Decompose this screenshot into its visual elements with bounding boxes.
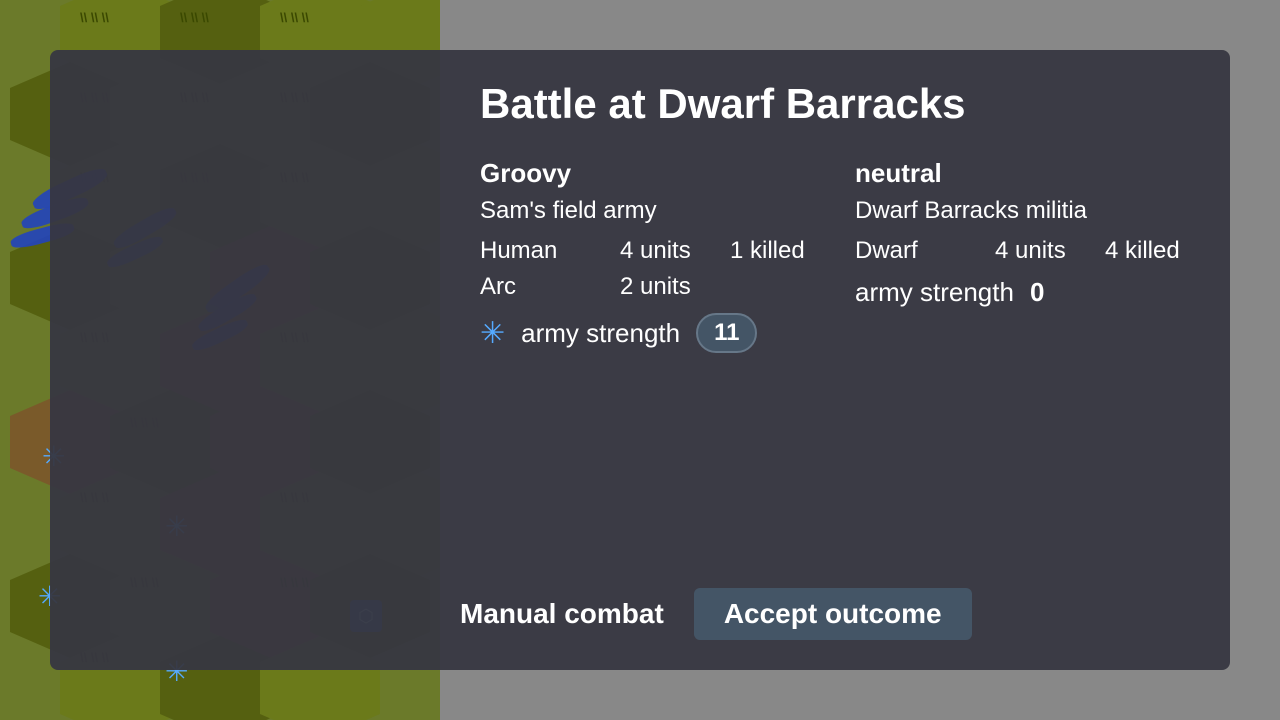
left-strength-row: ✳ army strength 11 <box>480 313 815 353</box>
battle-columns: Groovy Sam's field army Human 4 units 1 … <box>480 158 1190 353</box>
right-strength-value: 0 <box>1030 277 1044 308</box>
left-unit-row-1: Arc 2 units <box>480 273 815 301</box>
left-unit-type-0: Human <box>480 237 600 265</box>
right-strength-label: army strength <box>855 277 1014 308</box>
right-faction-name: neutral <box>855 158 1190 189</box>
battle-panel: Battle at Dwarf Barracks Groovy Sam's fi… <box>50 50 1230 670</box>
right-unit-row-0: Dwarf 4 units 4 killed <box>855 237 1190 265</box>
left-faction-column: Groovy Sam's field army Human 4 units 1 … <box>480 158 835 353</box>
panel-content: Battle at Dwarf Barracks Groovy Sam's fi… <box>440 50 1230 670</box>
right-faction-column: neutral Dwarf Barracks militia Dwarf 4 u… <box>835 158 1190 353</box>
left-strength-badge: 11 <box>696 313 757 353</box>
right-unit-killed-0: 4 killed <box>1105 237 1180 265</box>
left-unit-count-1: 2 units <box>620 273 710 301</box>
left-unit-killed-0: 1 killed <box>730 237 805 265</box>
right-army-name: Dwarf Barracks militia <box>855 197 1190 225</box>
left-army-name: Sam's field army <box>480 197 815 225</box>
battle-title: Battle at Dwarf Barracks <box>480 80 1190 128</box>
accept-outcome-button[interactable]: Accept outcome <box>694 588 972 640</box>
left-unit-row-0: Human 4 units 1 killed <box>480 237 815 265</box>
right-unit-count-0: 4 units <box>995 237 1085 265</box>
left-strength-label: army strength <box>521 318 680 349</box>
right-unit-type-0: Dwarf <box>855 237 975 265</box>
left-unit-count-0: 4 units <box>620 237 710 265</box>
snowflake-strength-icon: ✳ <box>480 316 505 351</box>
manual-combat-button[interactable]: Manual combat <box>440 588 684 640</box>
left-faction-name: Groovy <box>480 158 815 189</box>
right-strength-row: army strength 0 <box>855 277 1190 308</box>
bottom-buttons: Manual combat Accept outcome <box>440 588 972 640</box>
left-unit-type-1: Arc <box>480 273 600 301</box>
